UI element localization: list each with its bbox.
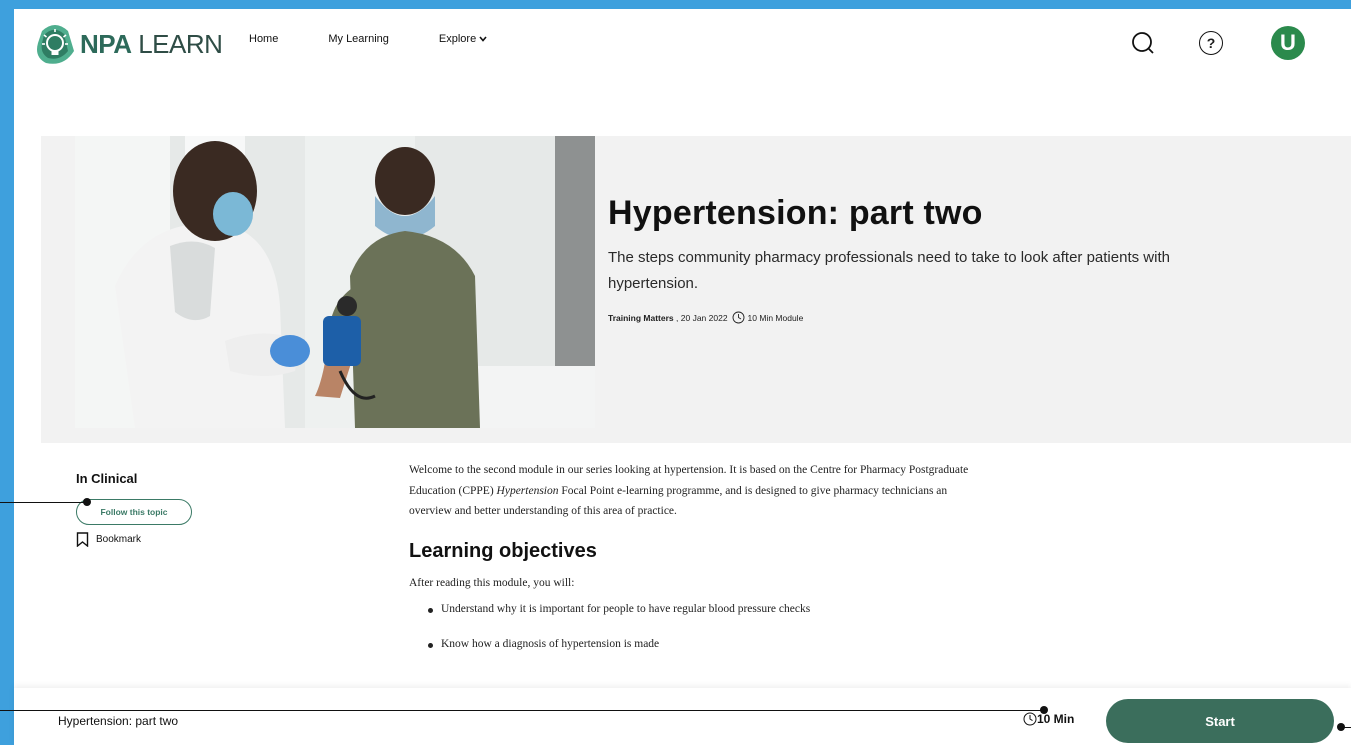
start-button[interactable]: Start [1106,699,1334,743]
meta-source: Training Matters [608,312,674,323]
objectives-lead: After reading this module, you will: [409,576,575,589]
list-item: Know how a diagnosis of hypertension is … [409,638,989,673]
top-header: NPA LEARN Home My Learning Explore ? U [14,9,1351,81]
clock-icon [1023,712,1037,726]
clock-icon [732,311,745,324]
logo-wordmark: NPA LEARN [80,28,223,59]
module-hero: Hypertension: part two The steps communi… [41,136,1351,443]
header-actions: ? U [1130,26,1305,60]
nav-home[interactable]: Home [249,33,278,45]
intro-paragraph: Welcome to the second module in our seri… [409,464,969,517]
nav-home-label: Home [249,33,279,45]
nav-explore-label: Explore [438,33,477,45]
objectives-heading: Learning objectives [409,539,597,562]
bookmark-icon [76,532,89,547]
annotation-dot-time [1040,706,1048,714]
chevron-down-icon [479,35,487,44]
module-description: The steps community pharmacy professiona… [608,249,1170,292]
annotation-line-start [1341,727,1351,728]
window-frame-left [0,0,14,745]
objectives-list: Understand why it is important for peopl… [409,603,989,673]
lightbulb-logo-icon [34,21,76,67]
nav-my-learning-label: My Learning [328,33,389,45]
annotation-line-time [0,710,1044,711]
bookmark-button[interactable]: Bookmark [76,532,276,547]
main-nav: Home My Learning Explore [249,33,537,45]
sticky-start-bar: Hypertension: part two 10 Min Start [14,688,1351,745]
module-content: Welcome to the second module in our seri… [409,460,989,673]
app-root: NPA LEARN Home My Learning Explore ? U H… [14,9,1351,745]
bookmark-label: Bookmark [96,534,142,545]
follow-topic-button[interactable]: Follow this topic [76,499,192,525]
list-item: Understand why it is important for peopl… [409,603,989,638]
window-frame-top [0,0,1351,9]
annotation-line-follow [0,502,86,503]
search-icon[interactable] [1130,30,1156,56]
topic-category: In Clinical [76,471,138,486]
nav-explore[interactable]: Explore [439,33,487,45]
meta-date: , 20 Jan 2022 [676,312,728,323]
meta-duration: 10 Min Module [747,312,804,323]
nav-my-learning[interactable]: My Learning [328,33,389,45]
bottom-bar-duration: 10 Min [1023,712,1074,726]
npa-learn-logo[interactable]: NPA LEARN [34,21,223,67]
avatar[interactable]: U [1271,26,1305,60]
hero-text: Hypertension: part two The steps communi… [608,194,1208,324]
topic-sidebar: In Clinical Follow this topic Bookmark [76,471,276,547]
page-title: Hypertension: part two [608,194,983,232]
hero-image [75,136,595,428]
help-icon[interactable]: ? [1199,31,1223,55]
module-meta: Training Matters , 20 Jan 2022 10 Min Mo… [608,311,1208,324]
bottom-bar-time-label: 10 Min [1037,712,1075,726]
annotation-dot-follow [83,498,91,506]
bottom-bar-title: Hypertension: part two [58,714,179,728]
